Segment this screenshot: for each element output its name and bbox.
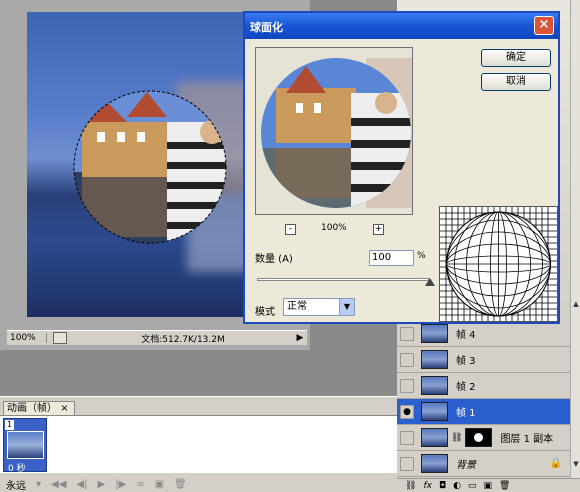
animation-toolbar: 永远 ▾ ◀◀ ◀| ▶ |▶ ∞ ▣ 🗑 [0,476,397,492]
layer-row-selected[interactable]: ● 帧 1 [397,399,570,425]
tab-animation[interactable]: 动画（帧） × [3,401,75,415]
preview-zoom-level: 100% [321,223,347,233]
preview-image [261,58,412,208]
layer-row[interactable]: 背景 🔒 [397,451,570,477]
frame-number: 1 [5,420,14,430]
layer-name: 背景 [456,460,476,471]
visibility-toggle[interactable] [400,352,414,367]
link-layers-icon[interactable]: ⛓ [405,481,416,491]
loop-select[interactable]: 永远 [6,477,26,492]
filter-preview[interactable] [255,47,413,215]
mask-icon[interactable]: ◘ [439,481,446,491]
visibility-toggle[interactable] [400,430,414,445]
document-status-bar: 100% 文档:512.7K/13.2M ▶ [7,330,307,345]
fx-icon[interactable]: fx [423,481,432,491]
document-info: 文档:512.7K/13.2M [141,334,225,345]
group-icon[interactable]: ▭ [468,481,477,491]
frame-thumbnail[interactable]: 1 0 秒 [3,418,47,474]
new-layer-icon[interactable]: ▣ [483,481,492,491]
first-frame-icon[interactable]: ◀◀ [51,479,66,490]
link-icon: ⛓ [451,432,463,443]
zoom-out-button[interactable]: - [285,224,296,235]
tween-icon[interactable]: ∞ [136,479,144,490]
mode-value: 正常 [287,301,307,312]
layer-name: 帧 4 [456,330,476,341]
duplicate-frame-icon[interactable]: ▣ [155,479,164,490]
lock-icon: 🔒 [549,458,562,469]
layer-name: 帧 1 [456,408,476,419]
cancel-button[interactable]: 取消 [481,73,551,91]
frame-delay[interactable]: 0 秒 [8,461,26,474]
preview-zoom-row: - 100% + [285,223,385,237]
layers-toolbar: ⛓ fx ◘ ◐ ▭ ▣ 🗑 [397,478,580,492]
close-button[interactable]: × [534,16,554,35]
amount-label: 数量 (A) [255,254,293,265]
dialog-titlebar[interactable]: 球面化 [245,13,558,39]
layer-name: 帧 3 [456,356,476,367]
ok-button[interactable]: 确定 [481,49,551,67]
dialog-title: 球面化 [250,21,283,34]
zoom-level[interactable]: 100% [7,333,47,343]
play-icon[interactable]: ▶ [97,479,105,490]
visibility-toggle[interactable] [400,456,414,471]
zoom-in-button[interactable]: + [373,224,384,235]
layer-thumbnail [421,324,448,343]
frames-area: 1 0 秒 [0,415,397,474]
layer-name: 帧 2 [456,382,476,393]
amount-slider[interactable] [257,278,429,281]
loop-dropdown-icon[interactable]: ▾ [36,479,41,490]
layer-row[interactable]: 帧 4 [397,321,570,347]
delete-frame-icon[interactable]: 🗑 [174,479,187,490]
layer-row[interactable]: ⛓ 图层 1 副本 [397,425,570,451]
layer-thumbnail [421,428,448,447]
layer-thumbnail [421,454,448,473]
spherize-dialog: 球面化 × 确定 取消 - 100% + 数量 (A) 100 % 模式 正常 … [243,11,560,324]
layers-scrollbar[interactable]: ▲ ▼ [570,0,580,480]
sphere-grid-icon [440,207,557,321]
chevron-down-icon[interactable]: ▼ [339,299,354,315]
spherize-grid-preview [439,206,558,322]
close-tab-icon[interactable]: × [60,403,68,414]
status-arrow-icon[interactable]: ▶ [293,333,307,343]
scroll-up-icon[interactable]: ▲ [571,300,580,310]
layer-thumbnail [421,402,448,421]
layer-row[interactable]: 帧 3 [397,347,570,373]
eye-icon[interactable]: ● [400,404,414,419]
tab-label: 动画（帧） [7,403,57,414]
mode-label: 模式 [255,307,275,318]
layer-name: 图层 1 副本 [500,434,554,445]
mode-select[interactable]: 正常 ▼ [283,298,355,316]
prev-frame-icon[interactable]: ◀| [76,479,87,490]
frame-image [7,431,44,459]
slider-thumb[interactable] [425,278,435,286]
trash-icon[interactable]: 🗑 [499,481,510,491]
amount-input[interactable]: 100 [369,250,414,266]
layer-thumbnail [421,350,448,369]
visibility-toggle[interactable] [400,326,414,341]
amount-unit: % [417,251,426,261]
layer-mask-thumbnail [465,428,493,447]
adjustment-icon[interactable]: ◐ [453,481,461,491]
layer-row[interactable]: 帧 2 [397,373,570,399]
visibility-toggle[interactable] [400,378,414,393]
next-frame-icon[interactable]: |▶ [115,479,126,490]
layer-thumbnail [421,376,448,395]
status-menu-icon[interactable] [53,332,67,344]
scroll-down-icon[interactable]: ▼ [571,460,580,470]
